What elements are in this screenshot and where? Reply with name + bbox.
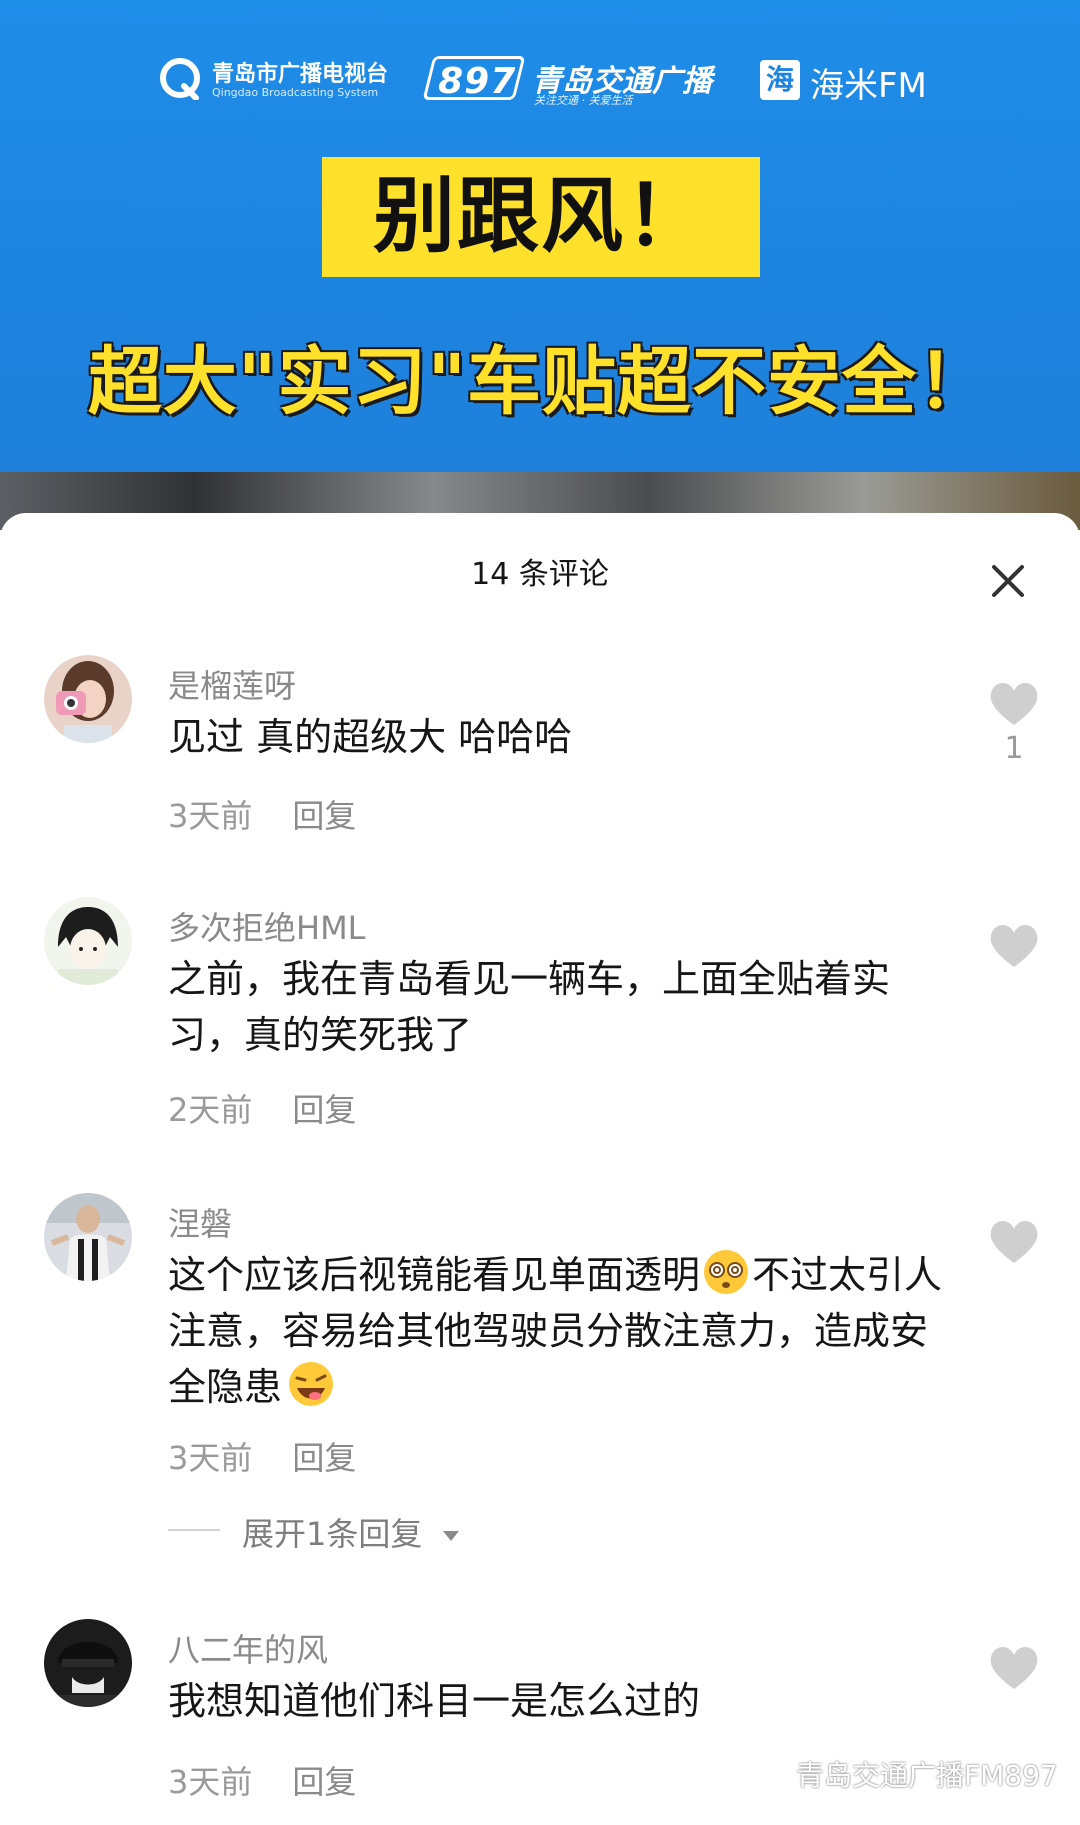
comment-username[interactable]: 涅磐: [168, 1199, 232, 1245]
comment-meta: 2天前 回复: [168, 1085, 356, 1131]
dizzy-face-emoji-icon: [704, 1250, 749, 1294]
traffic-897-logo: 897 青岛交通广播 关注交通 · 关爱生活: [422, 52, 728, 108]
comment-text: 之前，我在青岛看见一辆车，上面全贴着实习，真的笑死我了: [168, 957, 891, 1057]
comment-time: 3天前: [168, 1439, 253, 1477]
reply-button[interactable]: 回复: [292, 1091, 356, 1129]
like-count: 1: [1004, 731, 1024, 766]
reply-button[interactable]: 回复: [292, 797, 356, 835]
expand-label-text: 展开1条回复: [242, 1515, 423, 1553]
caret-down-icon: [442, 1531, 459, 1541]
comment-username[interactable]: 多次拒绝HML: [168, 903, 366, 949]
traffic-897-slogan: 关注交通 · 关爱生活: [534, 94, 633, 107]
comment-username[interactable]: 八二年的风: [168, 1625, 328, 1671]
heart-icon[interactable]: [988, 1217, 1040, 1265]
reply-button[interactable]: 回复: [292, 1763, 356, 1801]
qingdao-broadcasting-logo: 青岛市广播电视台 Qingdao Broadcasting System: [158, 54, 398, 108]
comment-item: 涅磐 这个应该后视镜能看见单面透明 不过太引人注意，容易给其他驾驶员分散注意力，…: [0, 1181, 1080, 1571]
traffic-897-badge: 897: [422, 56, 526, 102]
grinning-tongue-emoji-icon: [289, 1362, 334, 1406]
expand-replies[interactable]: 展开1条回复: [0, 1509, 700, 1553]
page: 青岛市广播电视台 Qingdao Broadcasting System 897…: [0, 0, 1080, 1825]
haimi-fm-name: 海米FM: [810, 66, 927, 106]
comment-username[interactable]: 是榴莲呀: [168, 661, 296, 707]
wechat-icon: [752, 1761, 790, 1790]
comment-text: 这个应该后视镜能看见单面透明 不过太引人注意，容易给其他驾驶员分散注意力，造成安…: [168, 1247, 958, 1415]
qingdao-ring-icon: [160, 58, 200, 100]
reply-button[interactable]: 回复: [292, 1439, 356, 1477]
traffic-897-number: 897: [438, 61, 517, 102]
comment-time: 3天前: [168, 797, 253, 835]
comment-item: 是榴莲呀 见过 真的超级大 哈哈哈 3天前 回复 1: [0, 643, 1080, 835]
comment-time: 2天前: [168, 1091, 253, 1129]
comment-text-part: 这个应该后视镜能看见单面透明: [168, 1253, 701, 1297]
avatar[interactable]: [44, 655, 132, 743]
heart-icon[interactable]: [988, 1643, 1040, 1691]
haimi-fm-logo: 海 海米FM: [760, 58, 930, 106]
expand-divider: [168, 1529, 220, 1531]
broadcaster-logos: 青岛市广播电视台 Qingdao Broadcasting System 897…: [0, 48, 1080, 112]
qingdao-broadcasting-english: Qingdao Broadcasting System: [212, 86, 379, 99]
avatar[interactable]: [44, 1193, 132, 1281]
comment-meta: 3天前 回复: [168, 1757, 356, 1803]
haimi-fm-badge: 海: [760, 60, 800, 100]
avatar[interactable]: [44, 897, 132, 985]
comment-time: 3天前: [168, 1763, 253, 1801]
comment-meta: 3天前 回复: [168, 791, 356, 837]
comment-item: 多次拒绝HML 之前，我在青岛看见一辆车，上面全贴着实习，真的笑死我了 2天前 回…: [0, 885, 1080, 1129]
comment-count-title: 14 条评论: [471, 557, 609, 592]
heart-icon[interactable]: [988, 679, 1040, 727]
close-icon[interactable]: [984, 557, 1032, 605]
expand-replies-label[interactable]: 展开1条回复: [242, 1509, 461, 1555]
video-banner[interactable]: 青岛市广播电视台 Qingdao Broadcasting System 897…: [0, 0, 1080, 530]
comment-text: 我想知道他们科目一是怎么过的: [168, 1679, 701, 1723]
comment-sheet: 14 条评论 是榴莲呀 见过 真的超级大 哈哈哈 3天前 回复 1 多次拒绝HM…: [0, 513, 1080, 1825]
watermark: 青岛交通广播FM897: [752, 1754, 1058, 1794]
avatar[interactable]: [44, 1619, 132, 1707]
comment-meta: 3天前 回复: [168, 1433, 356, 1479]
watermark-text: 青岛交通广播FM897: [796, 1759, 1058, 1792]
subheadline: 超大"实习"车贴超不安全！: [87, 339, 993, 425]
qingdao-broadcasting-name: 青岛市广播电视台: [212, 62, 389, 87]
headline: 别跟风！: [372, 169, 709, 264]
headline-box: 别跟风！: [322, 157, 760, 277]
comment-text: 见过 真的超级大 哈哈哈: [168, 715, 573, 759]
heart-icon[interactable]: [988, 921, 1040, 969]
